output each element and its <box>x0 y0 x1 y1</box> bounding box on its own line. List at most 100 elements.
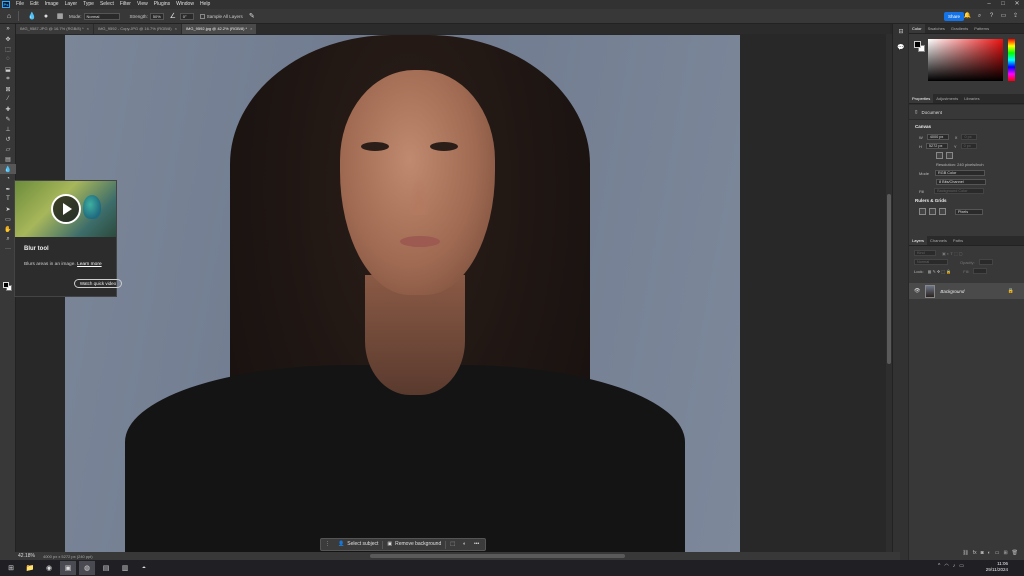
photoshop-taskbar-icon[interactable]: ▤ <box>98 561 114 575</box>
lock-icons[interactable]: ▦ ✎ ✥ ⬚ 🔒 <box>928 269 952 274</box>
bell-icon[interactable]: 🔔 <box>963 11 972 21</box>
tab-channels[interactable]: Channels <box>927 236 950 245</box>
zoom-level[interactable]: 42.18% <box>18 553 35 559</box>
menu-image[interactable]: Image <box>42 0 62 9</box>
tab-img-9592-copy[interactable]: IMG_9592 - Copy.JPG @ 16.7% (RGB/8) × <box>93 24 181 34</box>
remove-background-button[interactable]: ▣ Remove background <box>383 540 445 549</box>
frame-tool-icon[interactable]: ⊠ <box>0 84 16 94</box>
menu-window[interactable]: Window <box>173 0 197 9</box>
strength-input[interactable]: 50% <box>149 12 164 20</box>
canvas-area[interactable] <box>17 34 885 552</box>
link-layers-icon[interactable]: ⛓ <box>962 550 968 556</box>
tab-color[interactable]: Color <box>909 24 925 33</box>
menu-type[interactable]: Type <box>80 0 97 9</box>
tab-adjustments[interactable]: Adjustments <box>933 94 961 103</box>
close-tab-icon[interactable]: × <box>87 26 89 31</box>
document-image[interactable] <box>65 35 740 552</box>
tab-img-9592[interactable]: IMG_9592.jpg @ 42.2% (RGB/8) * × <box>181 24 257 34</box>
help-icon[interactable]: ? <box>987 11 996 21</box>
vertical-scroll-thumb[interactable] <box>887 194 891 364</box>
menu-edit[interactable]: Edit <box>27 0 42 9</box>
y-input[interactable]: 0 px <box>960 143 977 149</box>
mode-select[interactable]: RGB Color <box>935 170 986 176</box>
brush-preset-icon[interactable]: ● <box>41 11 51 21</box>
blend-mode-select[interactable]: Normal <box>914 259 948 265</box>
lasso-tool-icon[interactable]: ◌ <box>0 54 16 64</box>
panel-collapse-icon[interactable]: » <box>0 24 16 34</box>
windows-start-icon[interactable]: ⊞ <box>3 561 19 575</box>
tab-gradients[interactable]: Gradients <box>948 24 971 33</box>
home-icon[interactable]: ⌂ <box>4 11 14 21</box>
clone-stamp-tool-icon[interactable]: ⊥ <box>0 124 16 134</box>
mask-icon[interactable]: ◙ <box>981 550 984 556</box>
drag-handle-icon[interactable]: ⋮ <box>321 540 334 549</box>
history-brush-tool-icon[interactable]: ↺ <box>0 134 16 144</box>
menu-view[interactable]: View <box>134 0 151 9</box>
landscape-icon[interactable] <box>946 152 953 159</box>
menu-file[interactable]: File <box>13 0 27 9</box>
select-subject-button[interactable]: 👤 Select subject <box>334 540 382 549</box>
fill-select[interactable]: Background Color <box>934 188 985 194</box>
fx-icon[interactable]: fx <box>973 550 977 556</box>
comments-icon[interactable]: 💬 <box>893 44 909 56</box>
play-icon[interactable] <box>51 194 81 224</box>
new-layer-icon[interactable]: ⊞ <box>1003 550 1007 556</box>
blur-tool-icon[interactable]: 💧 <box>0 164 16 174</box>
chrome-icon[interactable]: ◉ <box>41 561 57 575</box>
clock[interactable]: 11:06 29/11/2024 <box>986 561 1008 573</box>
document-info[interactable]: 4000 px x 5272 px (240 ppi) <box>43 554 93 559</box>
adjustment-button[interactable]: ◐ <box>459 540 470 549</box>
tab-patterns[interactable]: Patterns <box>971 24 992 33</box>
gradient-tool-icon[interactable]: ▤ <box>0 154 16 164</box>
tab-layers[interactable]: Layers <box>909 236 928 245</box>
taskbar-app-icon[interactable]: ▣ <box>60 561 76 575</box>
watch-quick-video-button[interactable]: Watch quick video <box>74 279 122 288</box>
tab-properties[interactable]: Properties <box>909 94 934 103</box>
angle-input[interactable]: 0° <box>179 12 194 20</box>
layer-row[interactable]: 👁 Background 🔒 <box>909 283 1024 299</box>
tab-swatches[interactable]: Swatches <box>925 24 948 33</box>
filter-icons[interactable]: ▣ ◐ T ⬚ ▢ <box>942 251 963 256</box>
visibility-eye-icon[interactable]: 👁 <box>914 288 920 294</box>
tab-libraries[interactable]: Libraries <box>961 94 982 103</box>
fill-input[interactable] <box>973 268 988 274</box>
menu-select[interactable]: Select <box>97 0 117 9</box>
object-select-tool-icon[interactable]: ⬓ <box>0 64 16 74</box>
opacity-input[interactable] <box>978 259 993 265</box>
taskbar-app-icon-2[interactable]: ◍ <box>79 561 95 575</box>
units-select[interactable]: Pixels <box>955 208 983 215</box>
horizontal-scroll-thumb[interactable] <box>370 554 625 558</box>
layer-kind-filter[interactable]: Kind <box>914 250 936 256</box>
taskbar-app-icon-4[interactable]: ◓ <box>136 561 152 575</box>
history-icon[interactable]: ⊟ <box>893 28 909 40</box>
layer-name[interactable]: Background <box>940 289 964 294</box>
search-icon[interactable]: ⌕ <box>975 11 984 21</box>
crop-tool-icon[interactable]: ⌗ <box>0 74 16 84</box>
more-options-button[interactable]: ••• <box>470 540 483 549</box>
menu-help[interactable]: Help <box>197 0 213 9</box>
menu-plugins[interactable]: Plugins <box>151 0 173 9</box>
adjustment-layer-icon[interactable]: ◐ <box>988 550 991 556</box>
eraser-tool-icon[interactable]: ▱ <box>0 144 16 154</box>
height-input[interactable]: 5272 px <box>925 143 948 149</box>
mode-select[interactable]: Normal <box>83 12 120 20</box>
hue-slider[interactable] <box>1008 39 1015 81</box>
close-tab-icon[interactable]: × <box>250 26 252 31</box>
close-button[interactable]: ✕ <box>1010 0 1024 9</box>
chevron-up-icon[interactable]: ^ <box>938 563 940 569</box>
sample-all-layers-checkbox[interactable] <box>199 13 205 19</box>
share-document-icon[interactable]: ⇪ <box>1011 11 1020 21</box>
bit-depth-select[interactable]: 8 Bits/Channel <box>936 179 986 185</box>
ruler-icon[interactable] <box>919 208 926 215</box>
panel-foreground-swatch[interactable] <box>914 41 921 48</box>
foreground-color-swatch[interactable] <box>3 282 9 288</box>
volume-icon[interactable]: ♪ <box>953 563 956 569</box>
minimize-button[interactable]: – <box>982 0 996 9</box>
marquee-tool-icon[interactable]: ⬚ <box>0 44 16 54</box>
share-button[interactable]: Share <box>944 12 964 21</box>
battery-icon[interactable]: ▭ <box>959 563 964 569</box>
lock-icon[interactable]: 🔒 <box>1008 288 1014 294</box>
blur-tool-icon[interactable]: 💧 <box>27 11 37 21</box>
group-icon[interactable]: ▭ <box>995 550 1000 556</box>
taskbar-app-icon-3[interactable]: ▥ <box>117 561 133 575</box>
